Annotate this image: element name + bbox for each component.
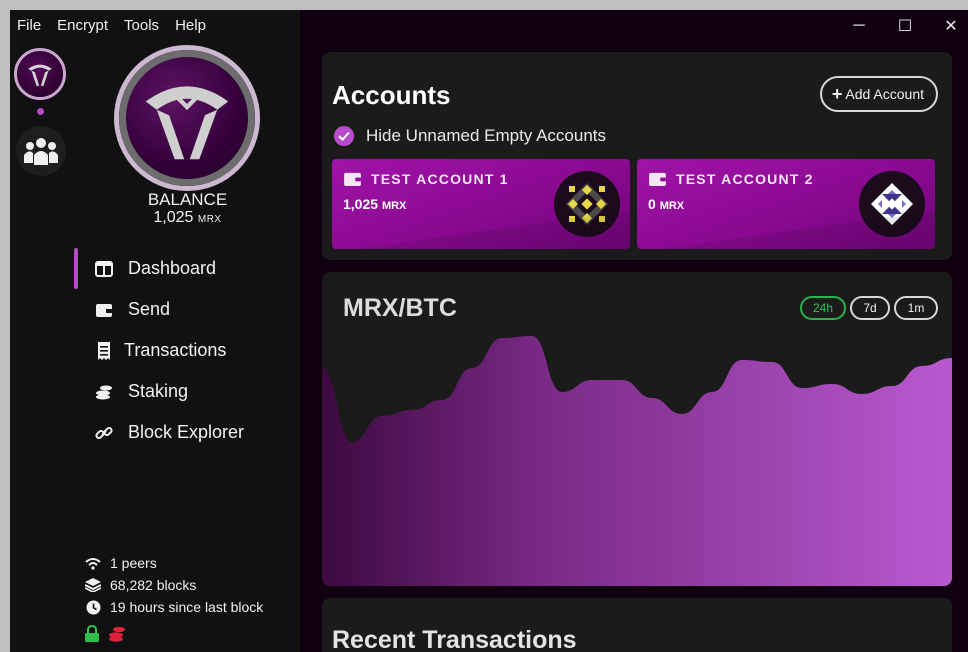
- metrix-logo-icon: [145, 86, 229, 160]
- app-window: File Encrypt Tools Help BALANCE 1,025 MR…: [10, 10, 968, 652]
- menu-encrypt[interactable]: Encrypt: [57, 17, 108, 35]
- maximize-button[interactable]: ☐: [882, 16, 928, 36]
- active-wallet-indicator: [37, 108, 44, 115]
- menu-tools[interactable]: Tools: [124, 17, 159, 35]
- sidebar-item-send[interactable]: Send: [74, 289, 300, 330]
- wallet-icon: [649, 172, 666, 186]
- lock-icon[interactable]: [84, 625, 100, 642]
- wallet-switch-avatar[interactable]: [14, 48, 66, 100]
- sidebar-item-dashboard[interactable]: Dashboard: [74, 248, 300, 289]
- metrix-logo: [119, 50, 255, 186]
- sidebar-item-label: Dashboard: [128, 258, 217, 278]
- account-balance: 0 MRX: [648, 196, 684, 212]
- plus-icon: +: [831, 83, 843, 104]
- account-identicon: [859, 171, 925, 237]
- sidebar-item-block-explorer[interactable]: Block Explorer: [74, 412, 300, 453]
- menu-bar: File Encrypt Tools Help: [17, 17, 222, 35]
- sidebar-item-staking[interactable]: Staking: [74, 371, 300, 412]
- account-card-2[interactable]: TEST ACCOUNT 2 0 MRX: [637, 159, 935, 249]
- peers-status: 1 peers: [84, 552, 263, 574]
- minimize-icon: ─: [853, 17, 865, 34]
- add-account-label: Add Account: [845, 86, 924, 102]
- balance-label: BALANCE: [147, 190, 228, 209]
- account-amount: 1,025: [343, 196, 379, 212]
- account-balance: 1,025 MRX: [343, 196, 406, 212]
- wallet-state-icons: [84, 625, 126, 642]
- maximize-icon: ☐: [897, 18, 913, 35]
- menu-file[interactable]: File: [17, 17, 41, 35]
- wallet-icon: [94, 300, 114, 320]
- network-status: 1 peers 68,282 blocks 19 hours since las…: [84, 552, 263, 618]
- balance-value: 1,025 MRX: [110, 209, 265, 227]
- account-name-text: TEST ACCOUNT 1: [371, 171, 509, 187]
- hide-empty-accounts-label: Hide Unnamed Empty Accounts: [366, 126, 607, 145]
- sidebar-item-transactions[interactable]: Transactions: [74, 330, 300, 371]
- account-unit: MRX: [381, 200, 407, 212]
- sidebar-item-label: Block Explorer: [128, 422, 245, 442]
- checkmark-icon[interactable]: [334, 126, 354, 146]
- account-name: TEST ACCOUNT 1: [344, 171, 509, 187]
- accounts-title: Accounts: [332, 80, 451, 110]
- price-area: [322, 336, 952, 586]
- minimize-button[interactable]: ─: [836, 16, 882, 36]
- blocks-status: 68,282 blocks: [84, 574, 263, 596]
- chart-title: MRX/BTC: [343, 294, 457, 322]
- accounts-card: Accounts + Add Account Hide Unnamed Empt…: [322, 52, 952, 260]
- sidebar-item-label: Staking: [128, 381, 189, 401]
- close-icon: ✕: [944, 18, 958, 35]
- blocks-text: 68,282 blocks: [110, 577, 197, 593]
- account-name: TEST ACCOUNT 2: [649, 171, 814, 187]
- last-block-status: 19 hours since last block: [84, 596, 263, 618]
- range-24h-button[interactable]: 24h: [800, 296, 846, 320]
- wifi-icon: [84, 555, 102, 571]
- time-range-selector: 24h 7d 1m: [800, 296, 938, 320]
- account-unit: MRX: [659, 200, 685, 212]
- link-icon: [94, 423, 114, 443]
- account-identicon: [554, 171, 620, 237]
- account-amount: 0: [648, 196, 656, 212]
- layers-icon: [84, 577, 102, 593]
- sidebar: File Encrypt Tools Help BALANCE 1,025 MR…: [10, 10, 300, 652]
- sidebar-item-label: Transactions: [124, 340, 227, 360]
- governance-button[interactable]: [16, 126, 66, 176]
- balance-unit: MRX: [197, 214, 222, 225]
- users-group-icon: [24, 138, 58, 165]
- receipt-icon: [94, 341, 114, 361]
- account-name-text: TEST ACCOUNT 2: [676, 171, 814, 187]
- clock-icon: [84, 599, 102, 615]
- identicon-icon: [566, 183, 608, 225]
- metrix-logo-icon: [28, 64, 52, 86]
- price-chart-card: MRX/BTC 24h 7d 1m: [322, 272, 952, 586]
- wallet-icon: [344, 172, 361, 186]
- dashboard-icon: [94, 259, 114, 279]
- recent-transactions-card: Recent Transactions: [322, 598, 952, 652]
- last-block-text: 19 hours since last block: [110, 599, 264, 615]
- add-account-button[interactable]: + Add Account: [819, 76, 938, 112]
- staking-coins-icon[interactable]: [108, 625, 126, 642]
- identicon-icon: [871, 183, 913, 225]
- menu-help[interactable]: Help: [175, 17, 206, 35]
- hide-empty-accounts-toggle[interactable]: Hide Unnamed Empty Accounts: [334, 126, 606, 146]
- balance-amount: 1,025: [153, 209, 194, 226]
- range-1m-button[interactable]: 1m: [894, 296, 938, 320]
- sidebar-nav: Dashboard Send Transactions Staking Bloc…: [74, 248, 300, 453]
- close-button[interactable]: ✕: [928, 16, 968, 36]
- account-card-1[interactable]: TEST ACCOUNT 1 1,025 MRX: [332, 159, 630, 249]
- coins-icon: [94, 382, 114, 402]
- recent-transactions-title: Recent Transactions: [332, 626, 577, 652]
- range-7d-button[interactable]: 7d: [850, 296, 890, 320]
- sidebar-item-label: Send: [128, 299, 171, 319]
- peers-text: 1 peers: [110, 555, 157, 571]
